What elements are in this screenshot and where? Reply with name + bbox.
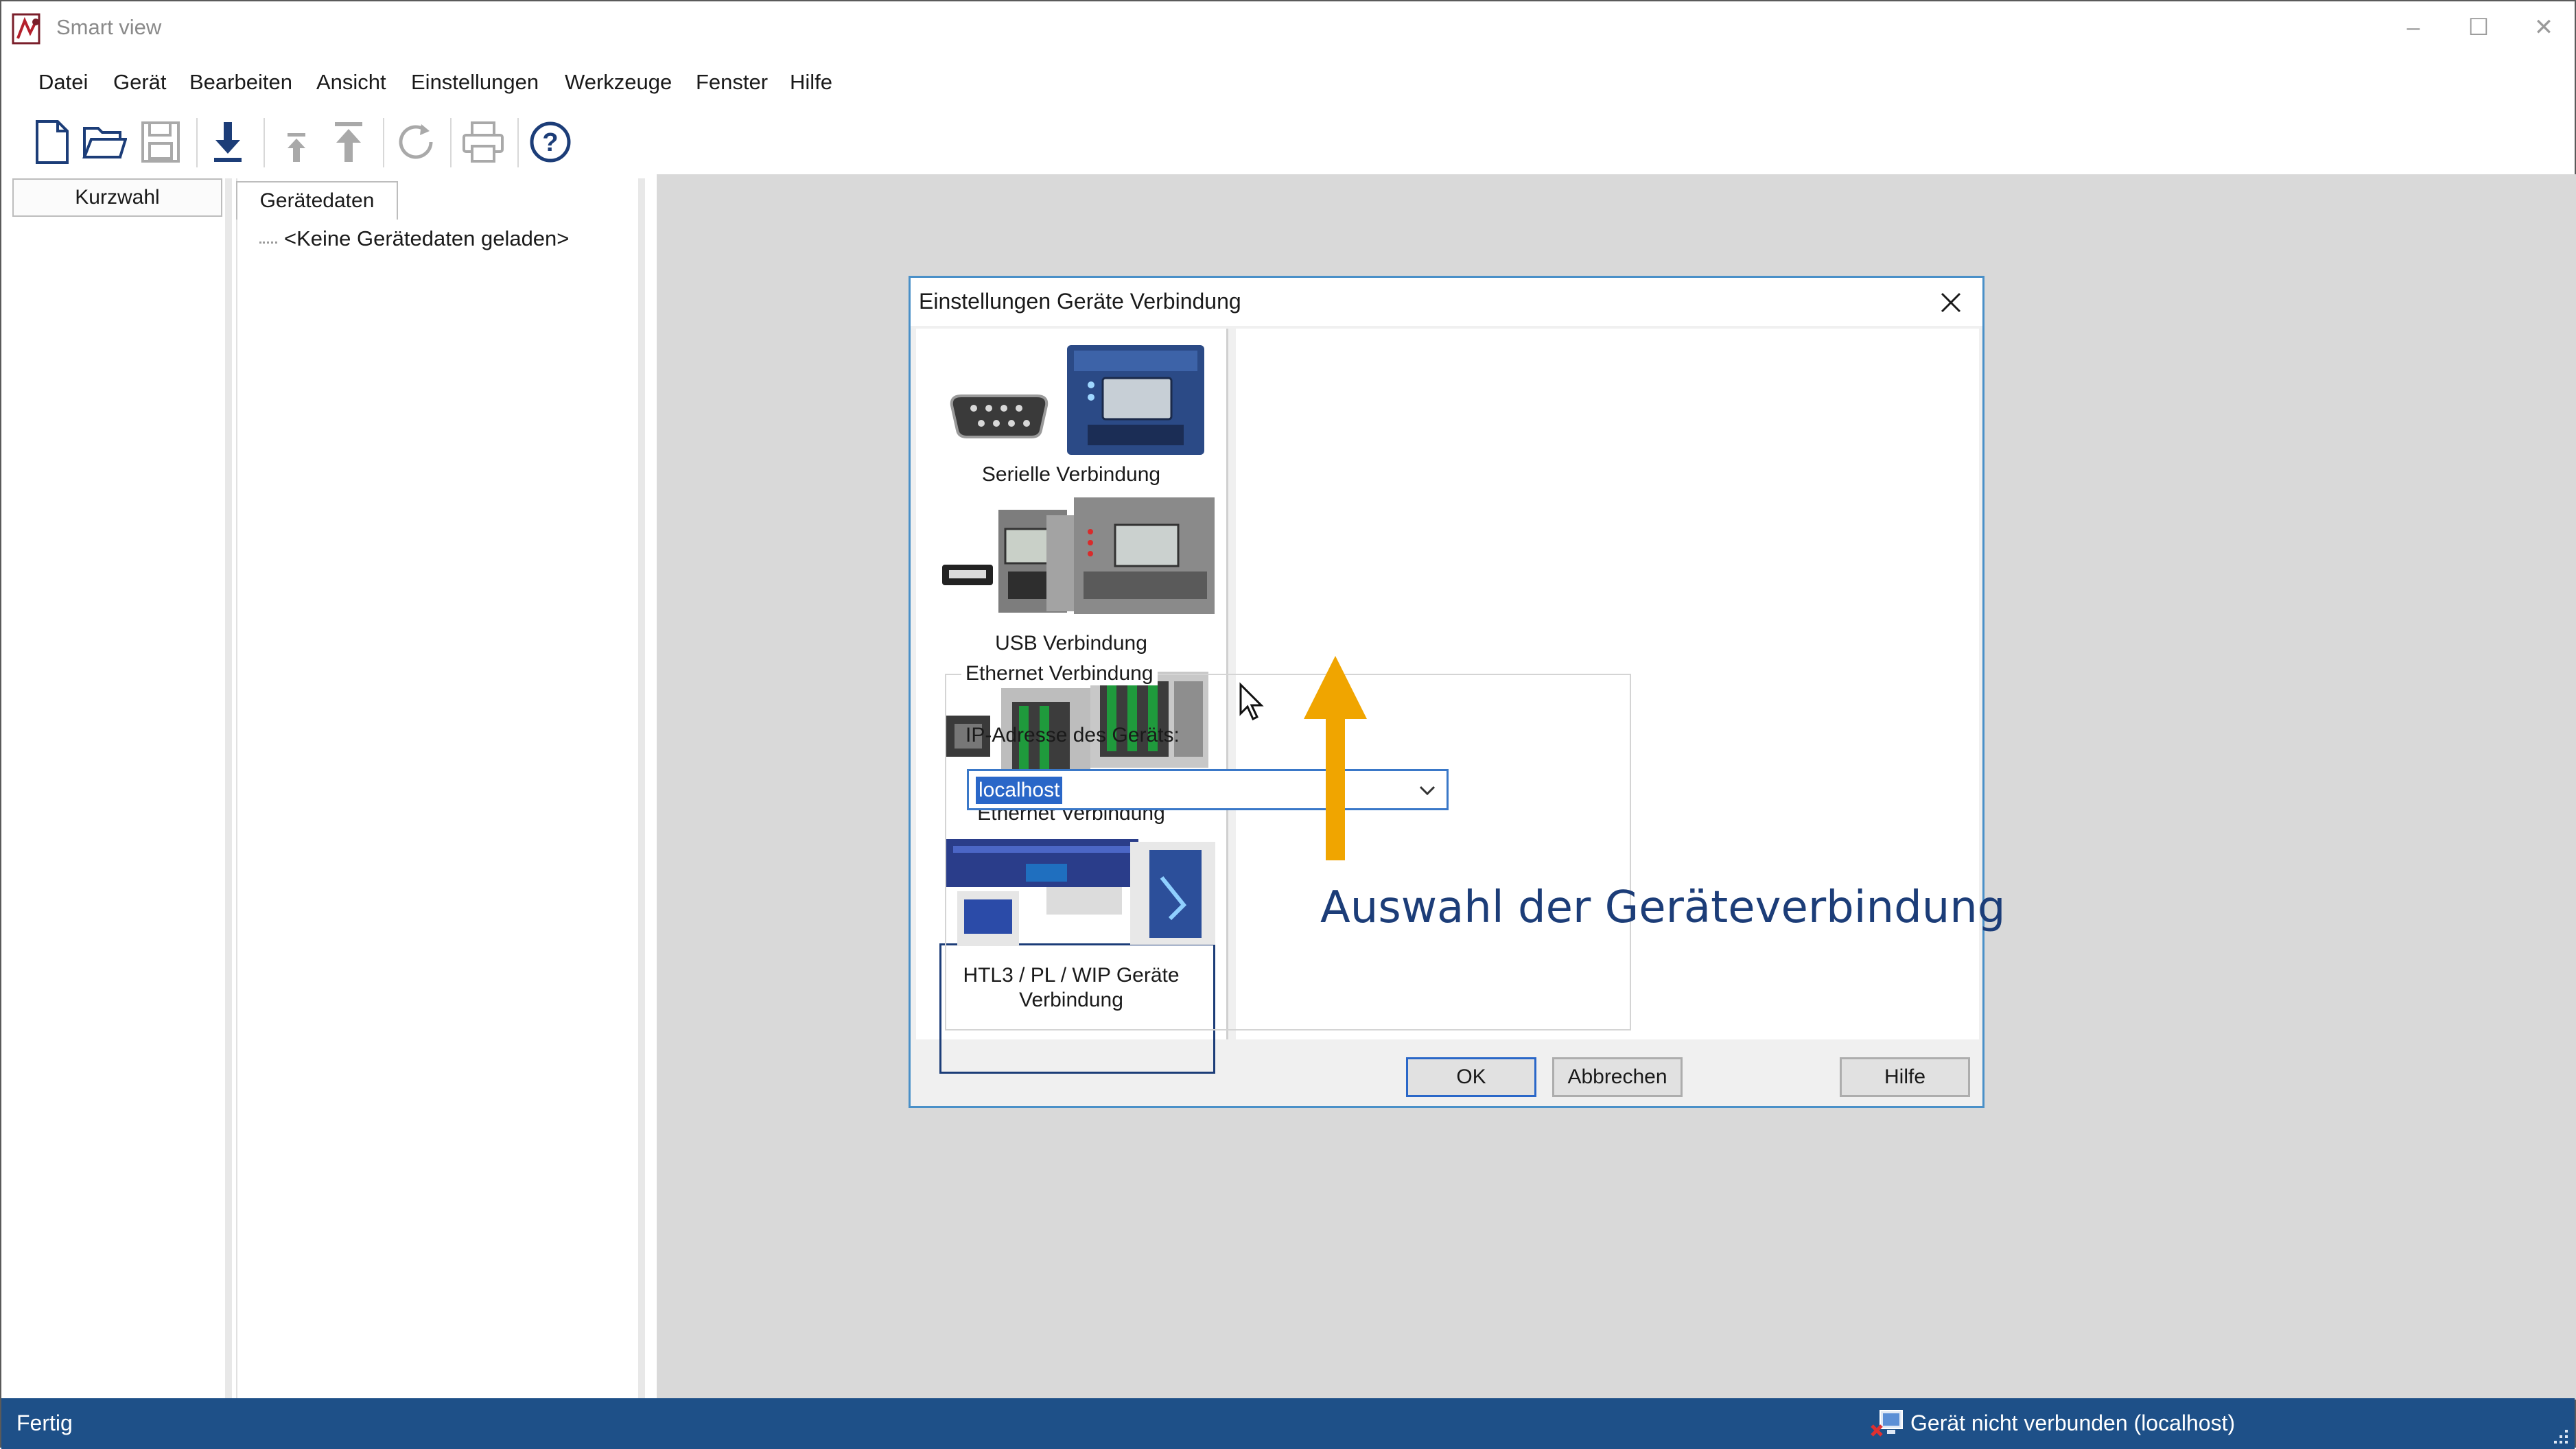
toolbar: ? [1, 111, 2575, 173]
tab-kurzwahl[interactable]: Kurzwahl [12, 178, 222, 217]
tab-geraetedaten[interactable]: Gerätedaten [236, 181, 398, 220]
menu-geraet[interactable]: Gerät [113, 70, 167, 95]
toolbar-separator [264, 118, 265, 167]
connection-status-text: Gerät nicht verbunden (localhost) [1910, 1411, 2236, 1435]
menu-einstellungen[interactable]: Einstellungen [411, 70, 539, 95]
usb-connection-label: USB Verbindung [995, 632, 1147, 655]
close-window-button[interactable]: ✕ [2513, 7, 2575, 48]
toolbar-separator [450, 118, 452, 167]
annotation-caption: Auswahl der Geräteverbindung [1320, 882, 2006, 933]
menu-fenster[interactable]: Fenster [696, 70, 768, 95]
svg-text:?: ? [542, 128, 558, 157]
connection-option-serial[interactable]: Serielle Verbindung [916, 329, 1226, 491]
ok-button[interactable]: OK [1406, 1057, 1536, 1097]
menu-hilfe[interactable]: Hilfe [790, 70, 832, 95]
title-bar: Smart view – ☐ ✕ [1, 1, 2575, 59]
resize-grip-icon[interactable] [2550, 1426, 2569, 1445]
menu-bearbeiten[interactable]: Bearbeiten [189, 70, 292, 95]
connection-status-icon [1871, 1410, 1903, 1437]
status-text: Fertig [16, 1411, 73, 1435]
serial-connection-label: Serielle Verbindung [981, 463, 1161, 486]
print-icon[interactable] [458, 115, 508, 169]
kurzwahl-panel [10, 178, 232, 1398]
dialog-title: Einstellungen Geräte Verbindung [919, 289, 1241, 314]
serial-connection-image [950, 345, 1204, 455]
mouse-cursor-icon [1239, 682, 1264, 721]
new-file-icon[interactable] [27, 115, 77, 169]
ethernet-group-title: Ethernet Verbindung [961, 662, 1158, 685]
tree-connector [259, 242, 277, 244]
download-icon[interactable] [203, 115, 253, 169]
connection-option-usb[interactable]: USB Verbindung [916, 496, 1226, 659]
help-button[interactable]: Hilfe [1840, 1057, 1970, 1097]
toolbar-separator [517, 118, 519, 167]
usb-connection-image [942, 497, 1215, 614]
window-title: Smart view [56, 15, 162, 39]
help-icon[interactable]: ? [526, 115, 575, 169]
menu-datei[interactable]: Datei [38, 70, 88, 95]
ip-address-combobox[interactable]: localhost [967, 769, 1449, 810]
toolbar-separator [383, 118, 384, 167]
ip-address-value[interactable]: localhost [976, 777, 1063, 804]
menu-werkzeuge[interactable]: Werkzeuge [565, 70, 672, 95]
geraetedaten-panel [236, 178, 645, 1398]
app-window: Smart view – ☐ ✕ Datei Gerät Bearbeiten … [0, 0, 2576, 1449]
status-bar: Fertig Gerät nicht verbunden (localhost) [1, 1398, 2575, 1449]
dialog-title-bar: Einstellungen Geräte Verbindung [911, 278, 1982, 326]
menu-bar: Datei Gerät Bearbeiten Ansicht Einstellu… [1, 62, 2575, 103]
cancel-button[interactable]: Abbrechen [1552, 1057, 1683, 1097]
minimize-button[interactable]: – [2382, 7, 2444, 48]
open-folder-icon[interactable] [80, 115, 129, 169]
chevron-down-icon[interactable] [1412, 775, 1442, 805]
tree-item-no-data[interactable]: <Keine Gerätedaten geladen> [284, 226, 569, 251]
app-logo-icon [12, 13, 40, 45]
dialog-close-icon[interactable] [1932, 283, 1970, 322]
ip-address-label: IP-Adresse des Geräts: [965, 724, 1180, 746]
upload-small-icon[interactable] [272, 115, 321, 169]
upload-icon[interactable] [324, 115, 373, 169]
maximize-button[interactable]: ☐ [2448, 7, 2509, 48]
refresh-icon[interactable] [391, 115, 441, 169]
toolbar-separator [196, 118, 198, 167]
annotation-arrow-icon [1304, 656, 1367, 860]
save-icon[interactable] [136, 115, 185, 169]
menu-ansicht[interactable]: Ansicht [316, 70, 386, 95]
connection-settings-dialog: Einstellungen Geräte Verbindung Serielle… [909, 276, 1984, 1108]
